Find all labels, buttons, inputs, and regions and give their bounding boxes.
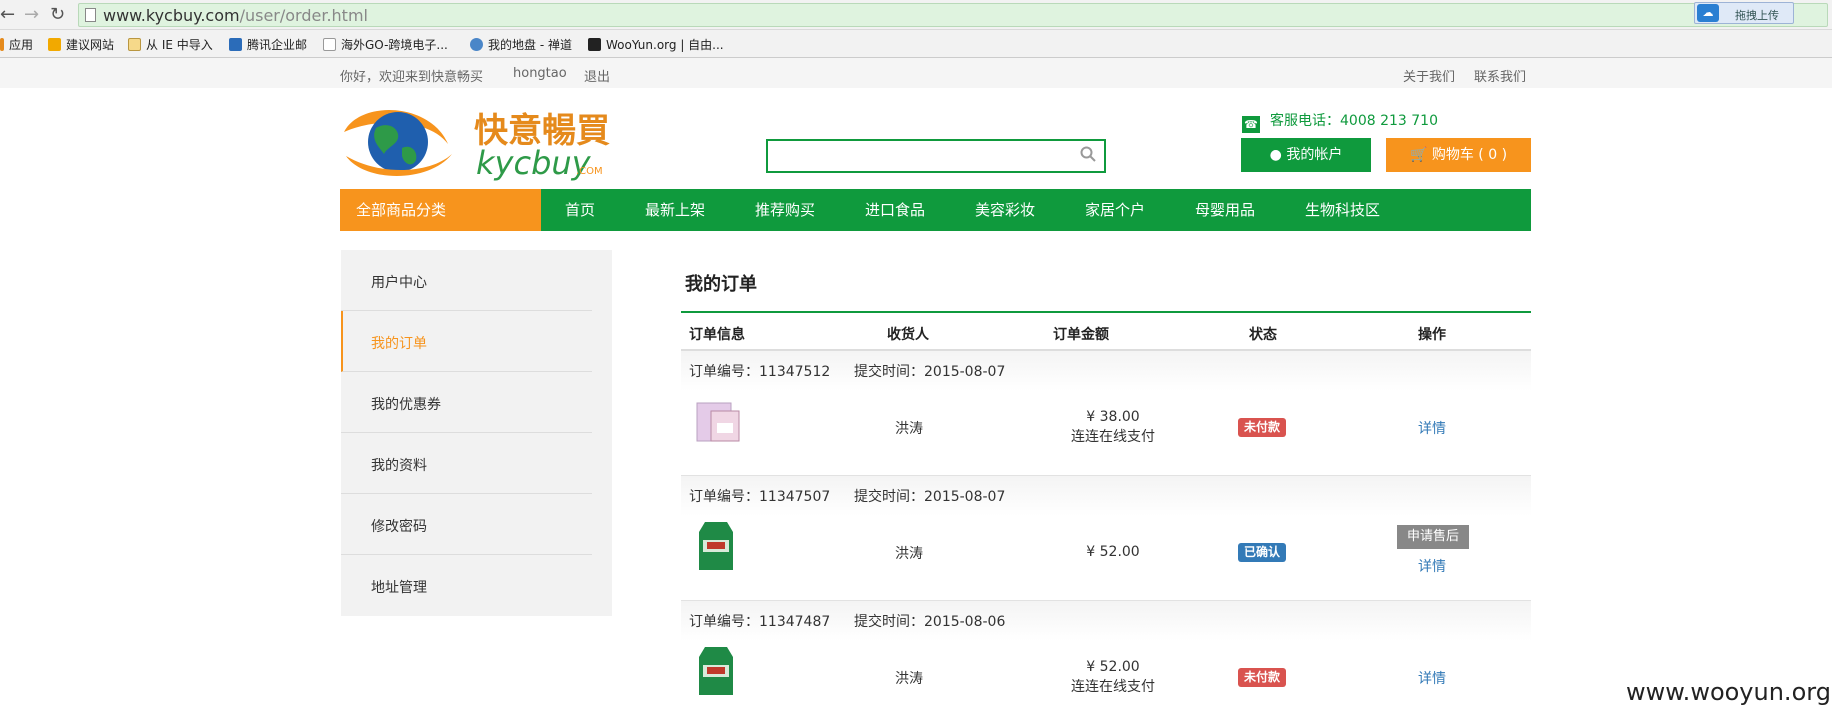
after-sales-button[interactable]: 申请售后 bbox=[1397, 525, 1469, 549]
address-bar[interactable]: www.kycbuy.com/user/order.html bbox=[78, 3, 1828, 27]
search-input[interactable] bbox=[766, 139, 1106, 173]
status-badge: 未付款 bbox=[1238, 418, 1287, 437]
order-time: 提交时间：2015-08-07 bbox=[854, 489, 1006, 505]
order-amount: ¥ 52.00 连连在线支付 bbox=[1033, 657, 1193, 697]
bookmark-suggested[interactable]: 建议网站 bbox=[48, 36, 114, 53]
order-number: 订单编号：11347487 bbox=[689, 614, 831, 630]
bookmark-tencent-mail[interactable]: 腾讯企业邮 bbox=[229, 36, 307, 53]
browser-toolbar: ← → ↻ www.kycbuy.com/user/order.html ☁ 拖… bbox=[0, 0, 1832, 30]
welcome-text: 你好，欢迎来到快意畅买 bbox=[340, 70, 484, 85]
payment-method: 连连在线支付 bbox=[1071, 429, 1155, 445]
bookmark-wooyun[interactable]: WooYun.org | 自由... bbox=[588, 36, 724, 53]
status-badge: 未付款 bbox=[1238, 668, 1287, 687]
back-arrow-icon[interactable]: ← bbox=[0, 4, 15, 26]
cart-button[interactable]: 🛒 购物车 ( 0 ) bbox=[1386, 138, 1531, 172]
folder-icon bbox=[128, 38, 141, 51]
sidebar-item-coupons[interactable]: 我的优惠券 bbox=[341, 372, 592, 433]
order-detail-link[interactable]: 详情 bbox=[1418, 418, 1446, 438]
mail-icon bbox=[229, 38, 242, 51]
table-row: 订单编号：11347507 提交时间：2015-08-07 洪涛 ¥ 52.00… bbox=[681, 476, 1531, 601]
forward-arrow-icon[interactable]: → bbox=[24, 4, 39, 26]
reload-icon[interactable]: ↻ bbox=[50, 4, 65, 26]
sidebar-item-user-center[interactable]: 用户中心 bbox=[341, 250, 592, 311]
nav-item-beauty[interactable]: 美容彩妆 bbox=[975, 189, 1035, 231]
user-icon: ● bbox=[1269, 147, 1282, 163]
order-amount: ¥ 38.00 连连在线支付 bbox=[1033, 407, 1193, 447]
product-thumbnail[interactable] bbox=[693, 393, 743, 449]
status-badge: 已确认 bbox=[1238, 543, 1287, 562]
col-order-info: 订单信息 bbox=[689, 327, 745, 343]
search-icon[interactable] bbox=[1080, 146, 1096, 162]
order-time: 提交时间：2015-08-07 bbox=[854, 364, 1006, 380]
phone-icon: ☎ bbox=[1242, 116, 1260, 133]
bookmark-haiwaigo[interactable]: 海外GO-跨境电子... bbox=[323, 36, 448, 53]
nav-item-home[interactable]: 首页 bbox=[565, 189, 595, 231]
bookmarks-bar: 应用 建议网站 从 IE 中导入 腾讯企业邮 海外GO-跨境电子... 我的地盘… bbox=[0, 30, 1832, 58]
col-action: 操作 bbox=[1418, 327, 1446, 343]
orders-table-header: 订单信息 收货人 订单金额 状态 操作 bbox=[681, 311, 1531, 351]
sidebar-item-address[interactable]: 地址管理 bbox=[341, 555, 592, 616]
main-nav: 全部商品分类 首页 最新上架 推荐购买 进口食品 美容彩妆 家居个户 母婴用品 … bbox=[340, 189, 1531, 231]
bing-icon bbox=[48, 38, 61, 51]
logout-link[interactable]: 退出 bbox=[584, 66, 610, 85]
order-time: 提交时间：2015-08-06 bbox=[854, 614, 1006, 630]
bookmark-zentao[interactable]: 我的地盘 - 禅道 bbox=[470, 36, 572, 53]
page-title: 我的订单 bbox=[685, 274, 757, 295]
col-amount: 订单金额 bbox=[1053, 327, 1109, 343]
receiver-name: 洪涛 bbox=[895, 671, 923, 687]
nav-item-imported-food[interactable]: 进口食品 bbox=[865, 189, 925, 231]
sidebar-item-change-password[interactable]: 修改密码 bbox=[341, 494, 592, 555]
svg-text:kycbuy: kycbuy bbox=[476, 144, 592, 182]
nav-item-recommended[interactable]: 推荐购买 bbox=[755, 189, 815, 231]
page-icon bbox=[323, 38, 336, 51]
svg-text:.COM: .COM bbox=[576, 166, 603, 177]
contact-link[interactable]: 联系我们 bbox=[1474, 66, 1526, 85]
about-link[interactable]: 关于我们 bbox=[1403, 66, 1455, 85]
order-detail-link[interactable]: 详情 bbox=[1418, 556, 1446, 576]
page-icon bbox=[85, 8, 96, 22]
user-sidebar: 用户中心 我的订单 我的优惠券 我的资料 修改密码 地址管理 bbox=[341, 250, 612, 616]
receiver-name: 洪涛 bbox=[895, 421, 923, 437]
nav-item-baby[interactable]: 母婴用品 bbox=[1195, 189, 1255, 231]
bookmark-ie-import[interactable]: 从 IE 中导入 bbox=[128, 36, 213, 53]
site-topbar: 你好，欢迎来到快意畅买 hongtao 退出 关于我们 联系我们 bbox=[0, 58, 1832, 88]
order-detail-link[interactable]: 详情 bbox=[1418, 668, 1446, 688]
table-row: 订单编号：11347487 提交时间：2015-08-06 洪涛 ¥ 52.00… bbox=[681, 601, 1531, 722]
product-thumbnail[interactable] bbox=[693, 643, 743, 699]
username-link[interactable]: hongtao bbox=[513, 66, 567, 81]
order-amount: ¥ 52.00 bbox=[1086, 544, 1140, 560]
order-number: 订单编号：11347512 bbox=[689, 364, 831, 380]
table-row: 订单编号：11347512 提交时间：2015-08-07 洪涛 ¥ 38.00… bbox=[681, 351, 1531, 476]
url-text: www.kycbuy.com/user/order.html bbox=[103, 6, 368, 25]
cart-icon: 🛒 bbox=[1409, 147, 1428, 163]
bookmark-apps[interactable]: 应用 bbox=[0, 36, 33, 53]
payment-method: 连连在线支付 bbox=[1071, 679, 1155, 695]
col-receiver: 收货人 bbox=[887, 327, 929, 343]
nav-item-biotech[interactable]: 生物科技区 bbox=[1305, 189, 1380, 231]
nav-item-home-care[interactable]: 家居个户 bbox=[1085, 189, 1145, 231]
cloud-upload-icon: ☁ bbox=[1697, 4, 1719, 22]
customer-hotline: ☎ 客服电话：4008 213 710 bbox=[1242, 110, 1438, 133]
receiver-name: 洪涛 bbox=[895, 546, 923, 562]
product-thumbnail[interactable] bbox=[693, 518, 743, 574]
sidebar-item-my-orders[interactable]: 我的订单 bbox=[341, 311, 592, 372]
globe-logo-icon: 快意暢買 kycbuy .COM bbox=[344, 110, 610, 182]
upload-extension-button[interactable]: ☁ 拖拽上传 bbox=[1694, 2, 1794, 24]
order-number: 订单编号：11347507 bbox=[689, 489, 831, 505]
site-logo[interactable]: 快意暢買 kycbuy .COM bbox=[340, 104, 620, 184]
apps-grid-icon bbox=[0, 38, 4, 51]
nav-item-new-arrivals[interactable]: 最新上架 bbox=[645, 189, 705, 231]
wooyun-icon bbox=[588, 38, 601, 51]
all-categories-menu[interactable]: 全部商品分类 bbox=[340, 189, 541, 231]
watermark: www.wooyun.org bbox=[1626, 678, 1831, 706]
my-account-button[interactable]: ● 我的帐户 bbox=[1241, 138, 1371, 172]
globe-icon bbox=[470, 38, 483, 51]
col-status: 状态 bbox=[1249, 327, 1277, 343]
sidebar-item-profile[interactable]: 我的资料 bbox=[341, 433, 592, 494]
